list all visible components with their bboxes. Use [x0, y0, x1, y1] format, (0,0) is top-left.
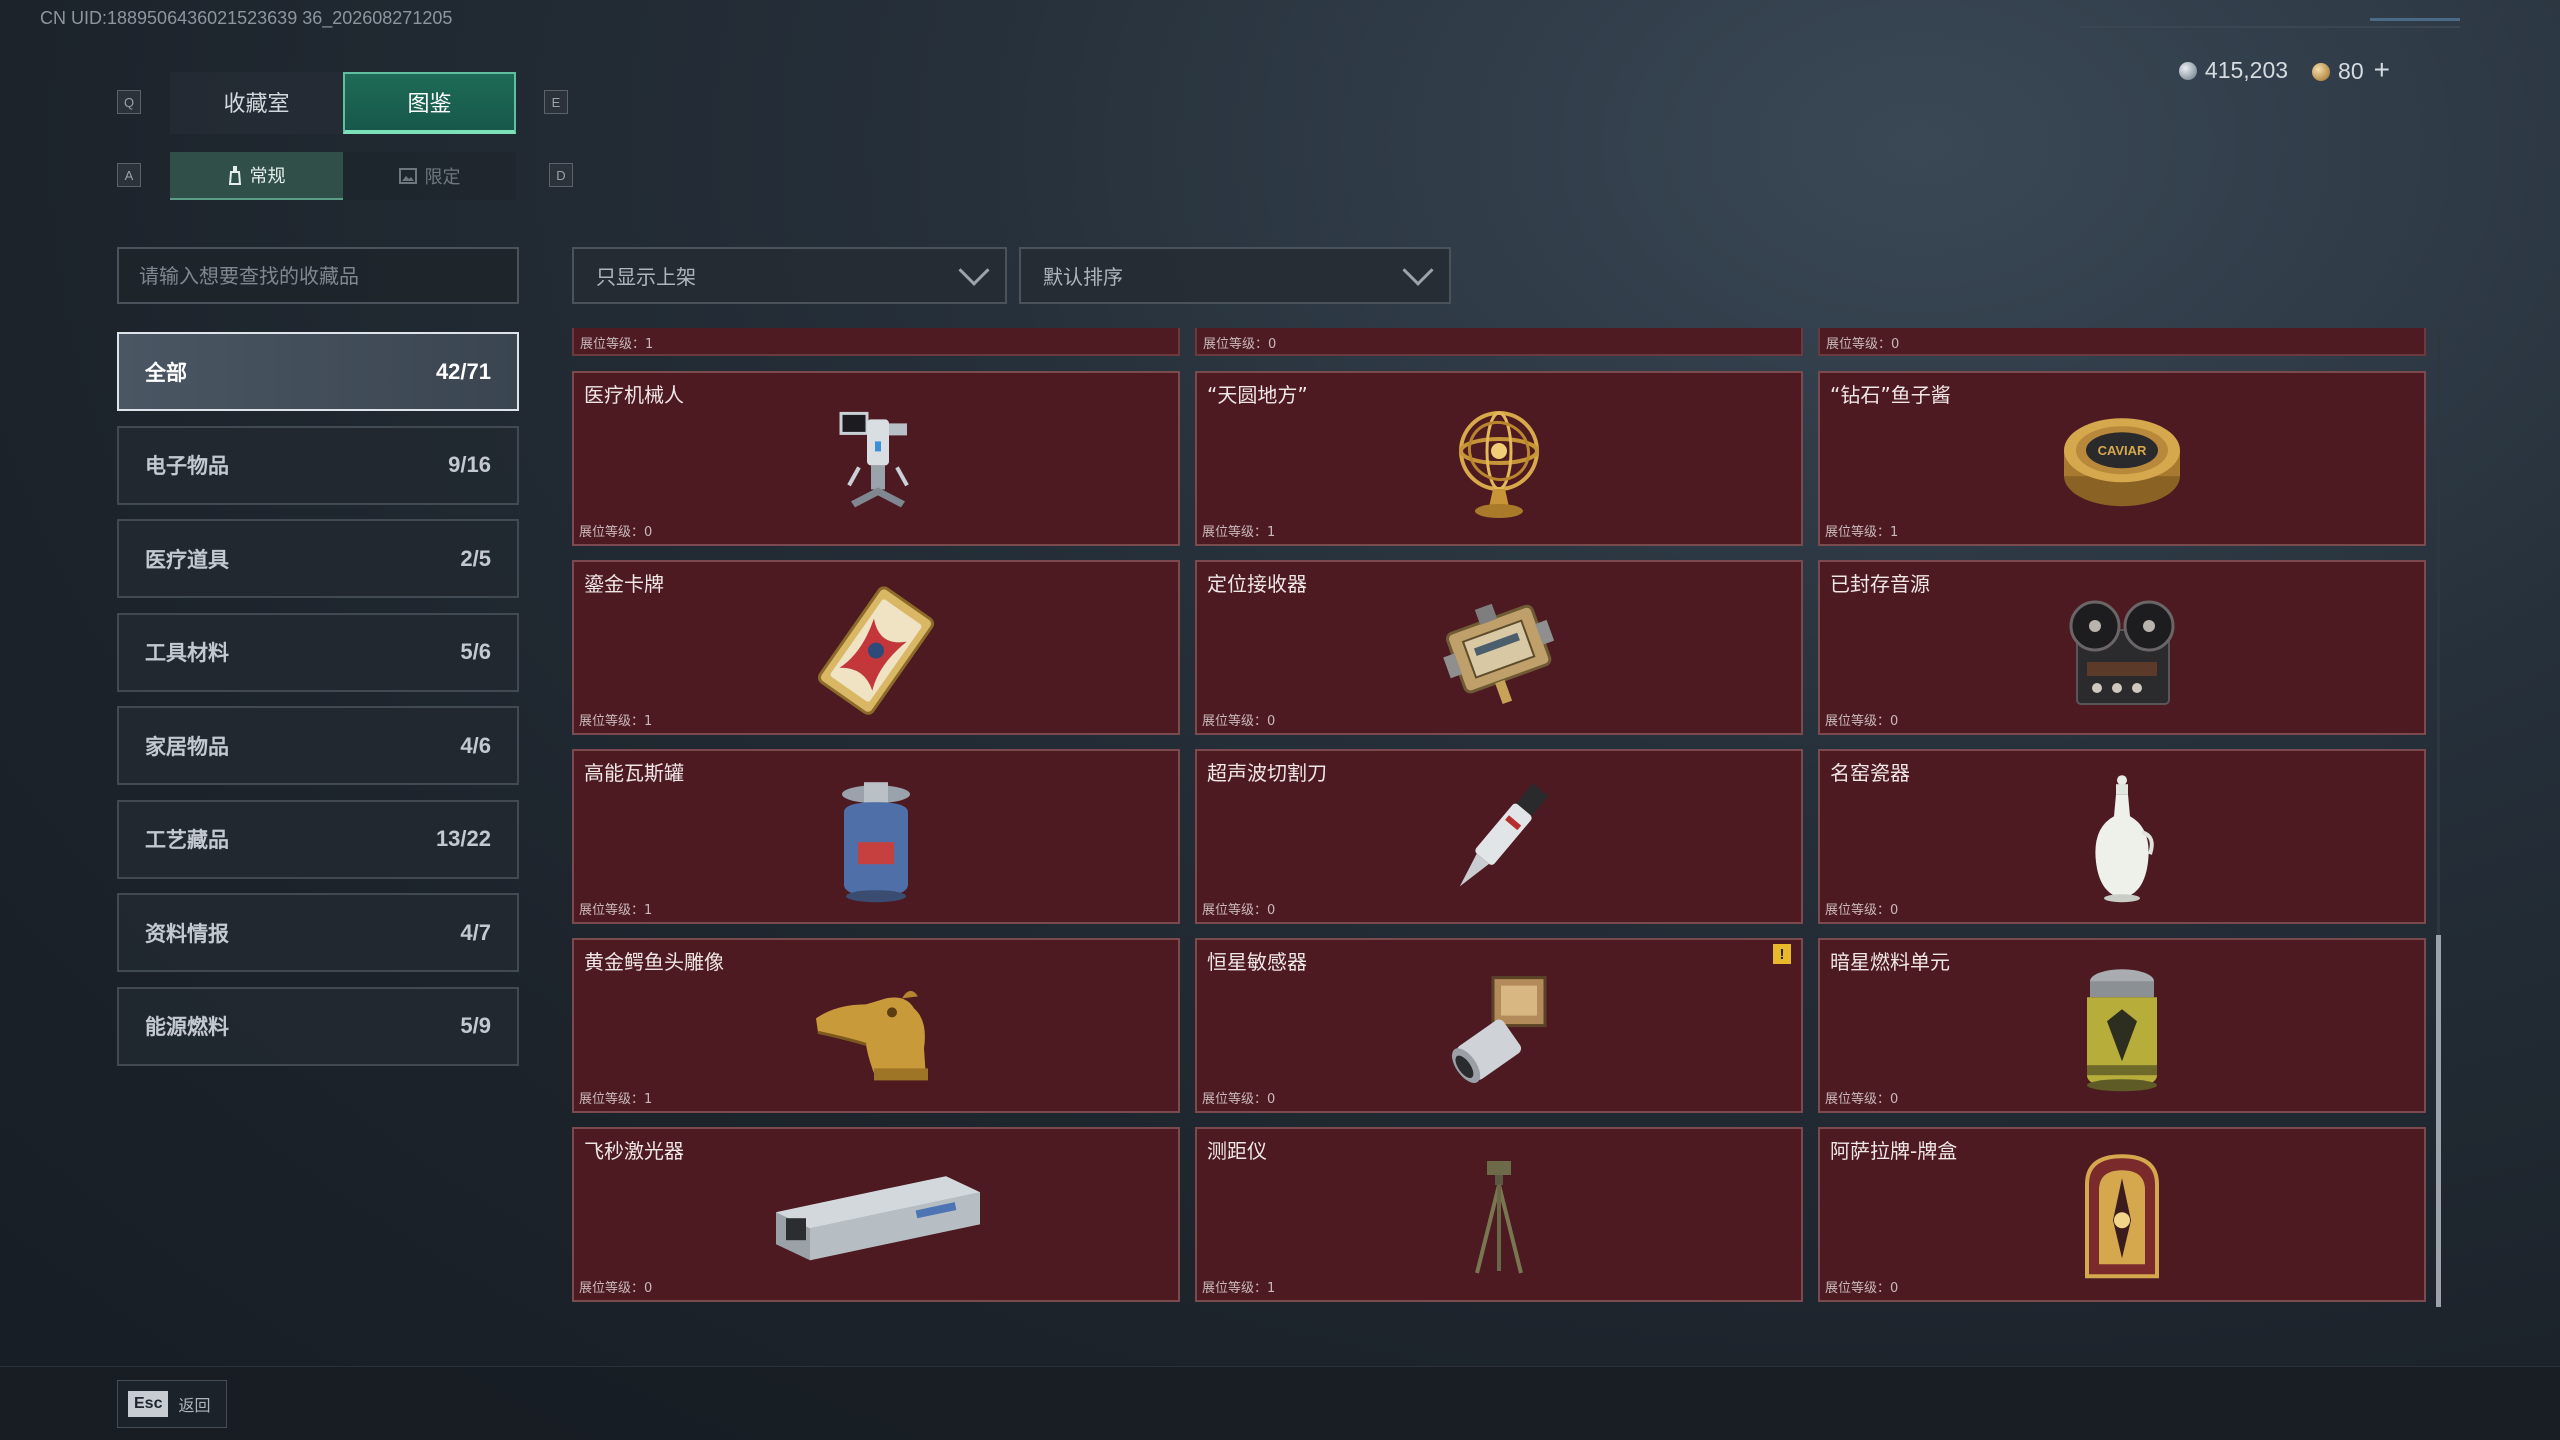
- category-crafts[interactable]: 工艺藏品 13/22: [117, 799, 519, 879]
- tab-catalog[interactable]: 图鉴: [343, 72, 516, 134]
- shelf-filter-dropdown[interactable]: 只显示上架: [572, 247, 1007, 304]
- back-button[interactable]: Esc 返回: [117, 1380, 227, 1428]
- silver-coin-icon: [2178, 61, 2197, 80]
- tab-collection-room[interactable]: 收藏室: [170, 72, 343, 134]
- add-currency-button[interactable]: +: [2374, 54, 2390, 85]
- category-intel[interactable]: 资料情报 4/7: [117, 893, 519, 972]
- femtosecond-laser-icon: [776, 1175, 980, 1260]
- card-box-icon: [2085, 1153, 2159, 1278]
- category-fuel[interactable]: 能源燃料 5/9: [117, 986, 519, 1066]
- caviar-tin-icon: CAVIAR: [2064, 417, 2180, 506]
- collection-grid: 医疗机械人 展位等级：0 “天圆地方” 展位等级：1 “钻石”鱼子酱 CAVIA…: [572, 371, 2426, 1302]
- svg-text:CAVIAR: CAVIAR: [2098, 443, 2147, 458]
- rangefinder-icon: [1475, 1160, 1523, 1273]
- category-tools[interactable]: 工具材料 5/6: [117, 612, 519, 692]
- key-hint-a: A: [117, 163, 141, 187]
- gold-currency: 80 +: [2312, 54, 2390, 86]
- item-card[interactable]: “天圆地方” 展位等级：1: [1195, 371, 1803, 546]
- category-all[interactable]: 全部 42/71: [117, 332, 519, 411]
- key-hint-q: Q: [117, 90, 141, 114]
- item-card[interactable]: 黄金鳄鱼头雕像 展位等级：1: [572, 938, 1180, 1113]
- gold-crocodile-icon: [816, 990, 928, 1080]
- item-card[interactable]: 定位接收器 展位等级：0: [1195, 560, 1803, 735]
- gas-canister-icon: [842, 781, 910, 902]
- reel-recorder-icon: [2069, 600, 2175, 705]
- item-card[interactable]: 已封存音源 展位等级：0: [1818, 560, 2426, 735]
- sort-dropdown[interactable]: 默认排序: [1019, 247, 1451, 304]
- medical-robot-icon: [839, 411, 909, 507]
- footer-bar: [0, 1366, 2560, 1440]
- esc-key-hint: Esc: [128, 1391, 169, 1417]
- item-card[interactable]: 医疗机械人 展位等级：0: [572, 371, 1180, 546]
- item-card[interactable]: 超声波切割刀 展位等级：0: [1195, 749, 1803, 924]
- uid-label: CN UID:1889506436021523639 36_2026082712…: [40, 8, 453, 28]
- item-card[interactable]: 阿萨拉牌-牌盒 展位等级：0: [1818, 1127, 2426, 1302]
- item-card-partial[interactable]: 展位等级：1: [572, 328, 1180, 356]
- warning-badge-icon: !: [1773, 944, 1791, 964]
- bottle-icon: [228, 166, 241, 185]
- top-divider: [2080, 26, 2460, 28]
- search-input[interactable]: [117, 247, 519, 304]
- gilded-card-icon: [817, 585, 935, 715]
- silver-currency: 415,203: [2178, 57, 2288, 84]
- item-card[interactable]: 飞秒激光器 展位等级：0: [572, 1127, 1180, 1302]
- gps-receiver-icon: [1443, 603, 1555, 704]
- item-card[interactable]: 暗星燃料单元 展位等级：0: [1818, 938, 2426, 1113]
- currency-bar: 415,203 80 +: [2178, 54, 2390, 86]
- subtab-limited[interactable]: 限定: [343, 152, 516, 200]
- item-card[interactable]: 鎏金卡牌 展位等级：1: [572, 560, 1180, 735]
- image-icon: [398, 168, 417, 184]
- top-divider-accent: [2370, 18, 2460, 21]
- key-hint-e: E: [544, 90, 568, 114]
- item-card[interactable]: “钻石”鱼子酱 CAVIAR 展位等级：1: [1818, 371, 2426, 546]
- category-medical[interactable]: 医疗道具 2/5: [117, 519, 519, 598]
- gold-coin-icon: [2312, 63, 2331, 81]
- partial-row: 展位等级：1 展位等级：0 展位等级：0: [572, 328, 2426, 356]
- ultrasonic-knife-icon: [1459, 782, 1549, 886]
- item-card[interactable]: 测距仪 展位等级：1: [1195, 1127, 1803, 1302]
- armillary-sphere-icon: [1459, 410, 1539, 518]
- category-electronics[interactable]: 电子物品 9/16: [117, 425, 519, 505]
- scrollbar-thumb[interactable]: [2436, 935, 2441, 1307]
- star-sensor-icon: [1451, 975, 1547, 1083]
- key-hint-d: D: [549, 163, 573, 187]
- item-card-partial[interactable]: 展位等级：0: [1818, 328, 2426, 356]
- item-card[interactable]: 名窑瓷器 展位等级：0: [1818, 749, 2426, 924]
- category-household[interactable]: 家居物品 4/6: [117, 706, 519, 785]
- item-card[interactable]: 恒星敏感器 ! 展位等级：0: [1195, 938, 1803, 1113]
- collection-grid-viewport[interactable]: 展位等级：1 展位等级：0 展位等级：0 医疗机械人 展位等级：0 “天圆地方”: [572, 328, 2432, 1308]
- sub-tabs: 常规 限定: [170, 152, 516, 200]
- category-list: 全部 42/71 电子物品 9/16 医疗道具 2/5 工具材料 5/6 家居物品 4/6…: [117, 332, 519, 1080]
- fuel-cell-icon: [2087, 968, 2157, 1091]
- chevron-down-icon: [958, 254, 990, 286]
- subtab-regular[interactable]: 常规: [170, 152, 343, 200]
- chevron-down-icon: [1402, 254, 1434, 286]
- item-card-partial[interactable]: 展位等级：0: [1195, 328, 1803, 356]
- porcelain-vase-icon: [2095, 774, 2154, 902]
- main-tabs: 收藏室 图鉴: [170, 72, 516, 134]
- item-card[interactable]: 高能瓦斯罐 展位等级：1: [572, 749, 1180, 924]
